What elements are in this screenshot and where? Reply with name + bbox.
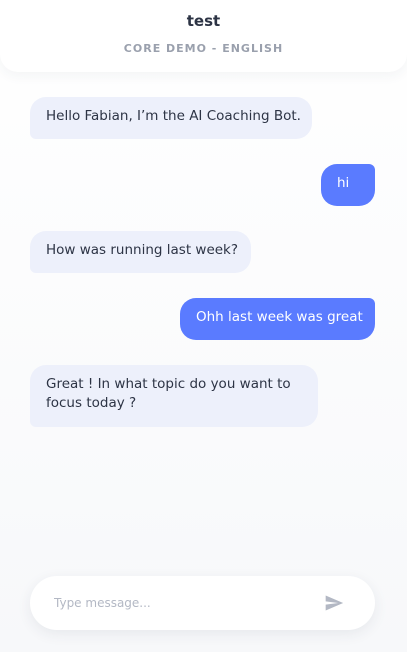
chat-title: test [186, 12, 221, 30]
send-icon[interactable] [324, 593, 344, 613]
bot-message: How was running last week? [30, 231, 251, 273]
user-message: Ohh last week was great [180, 298, 375, 340]
bot-message: Hello Fabian, I’m the AI Coaching Bot. [30, 97, 312, 139]
bot-message: Great ! In what topic do you want to foc… [30, 365, 318, 427]
user-message: hi [321, 164, 375, 206]
message-input[interactable] [54, 593, 314, 613]
chat-header: test CORE DEMO - ENGLISH [0, 0, 407, 72]
message-composer [30, 576, 375, 630]
chat-subtitle: CORE DEMO - ENGLISH [123, 42, 284, 55]
